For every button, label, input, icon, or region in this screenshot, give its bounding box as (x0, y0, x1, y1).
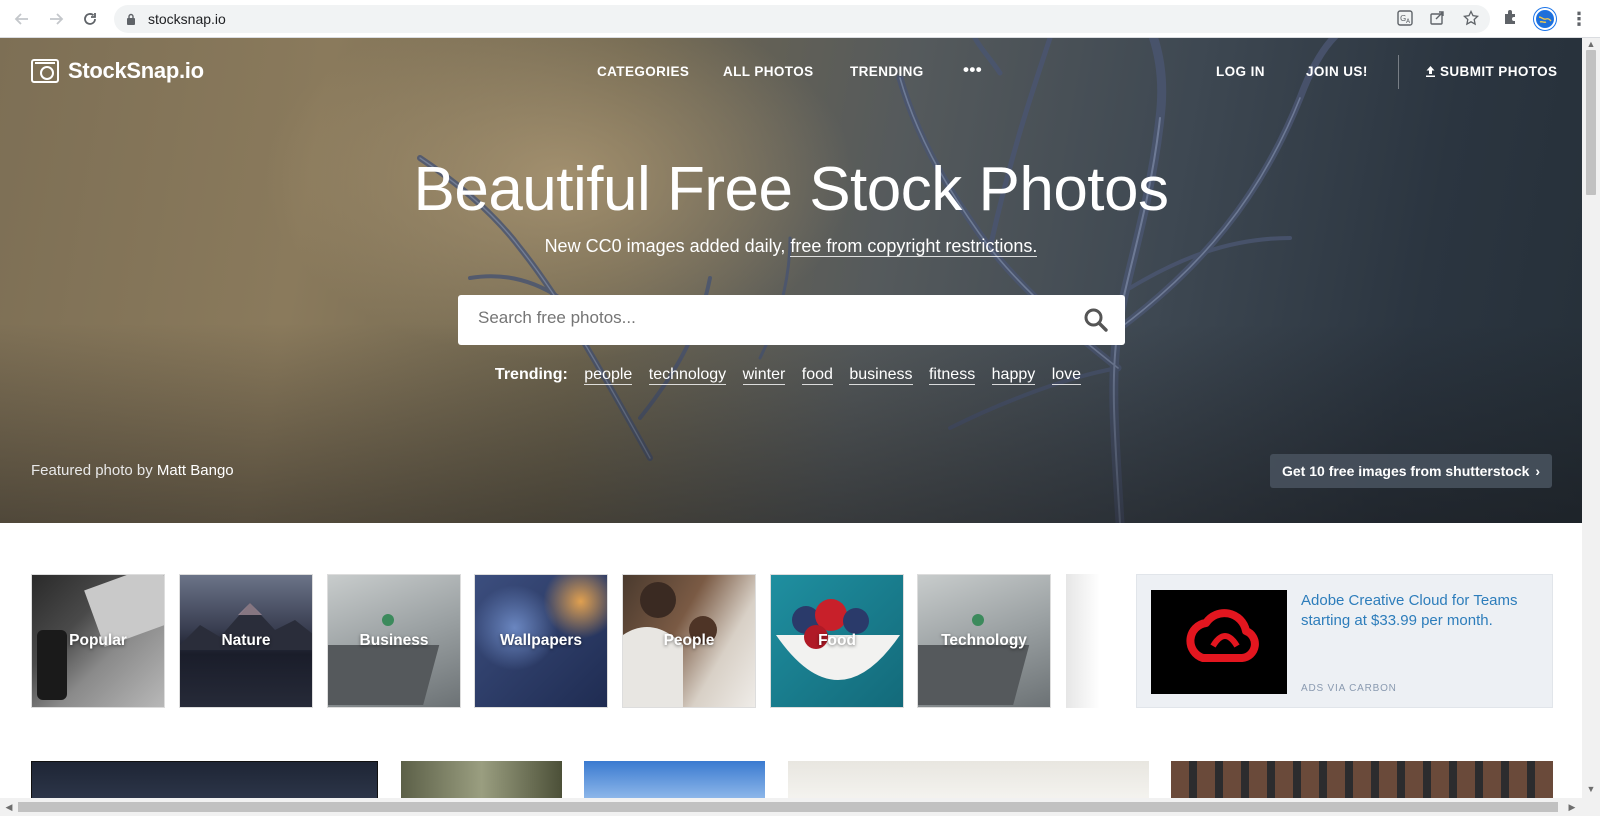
bookmark-star-icon[interactable] (1462, 9, 1480, 28)
address-bar[interactable]: stocksnap.io GA (114, 5, 1490, 33)
nav-submit-label: SUBMIT PHOTOS (1440, 64, 1558, 79)
reload-icon[interactable] (78, 7, 102, 31)
camera-icon (31, 59, 59, 83)
site-logo[interactable]: StockSnap.io (31, 58, 204, 84)
chevron-right-icon: › (1535, 463, 1540, 479)
translate-icon[interactable]: GA (1396, 10, 1414, 28)
search-icon[interactable] (1083, 307, 1109, 333)
trending-tag[interactable]: love (1051, 366, 1082, 385)
gallery-photo[interactable] (401, 761, 562, 799)
nav-categories[interactable]: CATEGORIES (597, 64, 689, 79)
ad-text-link[interactable]: Adobe Creative Cloud for Teams starting … (1301, 591, 1541, 631)
svg-text:A: A (1406, 18, 1411, 25)
nav-divider (1398, 55, 1399, 89)
category-label: Popular (69, 632, 127, 649)
extensions-icon[interactable] (1500, 9, 1520, 29)
category-label: Nature (221, 632, 271, 649)
featured-photo-credit: Featured photo by Matt Bango (31, 462, 234, 479)
trending-tag[interactable]: people (584, 366, 633, 385)
carbon-ad[interactable]: Adobe Creative Cloud for Teams starting … (1136, 574, 1553, 708)
category-label: People (663, 632, 715, 649)
category-tile-popular[interactable]: Popular (31, 574, 165, 708)
gallery-photo[interactable] (584, 761, 765, 799)
browser-toolbar: stocksnap.io GA ⋮ (0, 0, 1600, 38)
url-text: stocksnap.io (148, 11, 226, 27)
shutterstock-promo-button[interactable]: Get 10 free images from shutterstock › (1270, 454, 1552, 488)
hero-section: StockSnap.io CATEGORIES ALL PHOTOS TREND… (0, 38, 1582, 523)
menu-icon[interactable]: ⋮ (1570, 8, 1588, 30)
horizontal-scrollbar[interactable]: ◀ ▶ (0, 798, 1600, 816)
gallery-photo[interactable] (1171, 761, 1553, 799)
horizontal-scroll-thumb[interactable] (18, 802, 1558, 812)
scroll-left-icon[interactable]: ◀ (3, 801, 15, 813)
featured-author-link[interactable]: Matt Bango (157, 462, 234, 479)
lock-icon[interactable] (126, 13, 136, 25)
nav-login[interactable]: LOG IN (1216, 64, 1265, 79)
search-input[interactable] (478, 308, 1038, 328)
featured-prefix: Featured photo by (31, 462, 157, 479)
trending-tag[interactable]: winter (742, 366, 786, 385)
scroll-down-icon[interactable]: ▼ (1585, 783, 1597, 795)
scroll-up-icon[interactable]: ▲ (1585, 38, 1597, 50)
upload-icon (1426, 66, 1435, 77)
category-label: Technology (941, 632, 1027, 649)
category-tile-business[interactable]: Business (327, 574, 461, 708)
trending-tag[interactable]: business (849, 366, 913, 385)
back-icon[interactable] (10, 7, 34, 31)
category-label: Wallpapers (499, 632, 583, 649)
trending-tag[interactable]: fitness (928, 366, 976, 385)
trending-tag[interactable]: technology (648, 366, 727, 385)
trending-tags: Trending: people technology winter food … (0, 366, 1582, 385)
scroll-right-icon[interactable]: ▶ (1566, 801, 1578, 813)
nav-trending[interactable]: TRENDING (850, 64, 924, 79)
hero-background-branches (417, 38, 1339, 523)
profile-avatar[interactable] (1534, 8, 1556, 30)
gallery-photo[interactable] (788, 761, 1149, 799)
category-tile-food[interactable]: Food (770, 574, 904, 708)
nav-submit-photos[interactable]: SUBMIT PHOTOS (1425, 64, 1557, 79)
search-box (458, 295, 1125, 345)
category-tile-nature[interactable]: Nature (179, 574, 313, 708)
hero-subline: New CC0 images added daily, free from co… (0, 236, 1582, 257)
ad-image[interactable] (1151, 590, 1287, 694)
category-label: Food (818, 632, 856, 649)
gallery-photo[interactable] (31, 761, 378, 799)
hero-subline-text: New CC0 images added daily, (544, 236, 791, 256)
logo-text: StockSnap.io (68, 58, 204, 83)
category-tile-wallpapers[interactable]: Wallpapers (474, 574, 608, 708)
vertical-scroll-thumb[interactable] (1586, 50, 1596, 195)
hero-headline: Beautiful Free Stock Photos (413, 155, 1169, 224)
ad-via-label[interactable]: ADS VIA CARBON (1301, 683, 1397, 694)
category-label: Business (359, 632, 429, 649)
share-icon[interactable] (1428, 10, 1446, 28)
trending-tag[interactable]: food (801, 366, 833, 385)
copyright-link[interactable]: free from copyright restrictions. (790, 236, 1038, 257)
trending-tag[interactable]: happy (991, 366, 1036, 385)
forward-icon[interactable] (44, 7, 68, 31)
nav-more-icon[interactable]: ••• (963, 60, 982, 80)
nav-all-photos[interactable]: ALL PHOTOS (723, 64, 814, 79)
trending-label: Trending: (494, 366, 568, 383)
category-tile-technology[interactable]: Technology (917, 574, 1051, 708)
nav-join[interactable]: JOIN US! (1306, 64, 1368, 79)
category-scroll-fade (1066, 574, 1100, 708)
category-tile-people[interactable]: People (622, 574, 756, 708)
adobe-creative-cloud-icon (1186, 609, 1259, 662)
vertical-scrollbar[interactable]: ▲ ▼ (1582, 38, 1600, 798)
promo-label: Get 10 free images from shutterstock (1282, 463, 1530, 479)
